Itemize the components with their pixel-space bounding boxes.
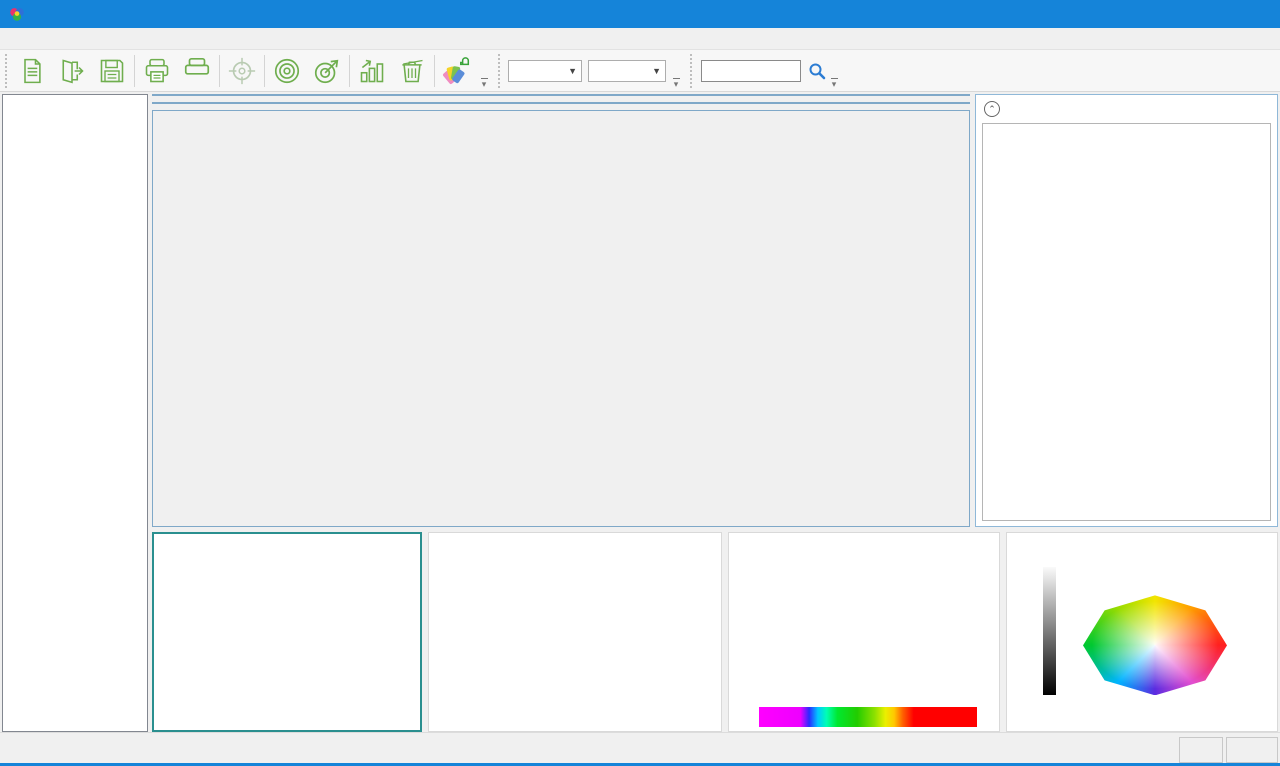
toolbar-separator [349, 55, 350, 87]
toolbar-drag-handle[interactable] [688, 54, 694, 88]
standard-table [152, 102, 970, 104]
illuminant-select[interactable]: ▼ [588, 60, 666, 82]
target-arrow-icon [312, 56, 342, 86]
minimize-button[interactable] [1142, 0, 1188, 28]
close-button[interactable] [1234, 0, 1280, 28]
mode-select[interactable]: ▼ [508, 60, 582, 82]
cie-lab-box [982, 123, 1271, 521]
sample-tree-panel [2, 94, 148, 732]
chevron-down-icon: ▼ [560, 66, 577, 76]
main-body: ⌃ [0, 92, 1280, 732]
export-icon [58, 57, 86, 85]
lab-wheel-chart-panel[interactable] [1006, 532, 1278, 732]
new-document-icon [18, 57, 46, 85]
save-button[interactable] [92, 52, 132, 90]
measure-sample-button[interactable] [307, 52, 347, 90]
concentric-circles-icon [272, 56, 302, 86]
sample-table [152, 110, 970, 527]
search-icon[interactable] [807, 61, 827, 81]
color-fan-icon [441, 55, 473, 87]
app-logo-icon [8, 5, 26, 23]
search-input[interactable] [701, 60, 801, 82]
lab-color-wheel [1083, 595, 1227, 695]
toolbar-drag-handle[interactable] [3, 54, 9, 88]
workspace: ⌃ [152, 94, 1278, 732]
print-icon [143, 57, 171, 85]
toolbar-separator [434, 55, 435, 87]
auto-mode-indicator[interactable] [1179, 737, 1223, 763]
calibrate-button[interactable] [222, 52, 262, 90]
tables-column [152, 94, 970, 527]
save-icon [98, 57, 126, 85]
analysis-button[interactable] [352, 52, 392, 90]
charts-row [152, 532, 1278, 732]
toolbar-overflow-button[interactable]: ▾ [669, 78, 683, 88]
collapse-panel-button[interactable]: ⌃ [984, 101, 1000, 117]
target-crosshair-icon [227, 56, 257, 86]
color-match-button[interactable] [437, 52, 477, 90]
delete-button[interactable] [392, 52, 432, 90]
export-button[interactable] [52, 52, 92, 90]
spectral-chart-panel[interactable] [728, 532, 1000, 732]
toolbar-separator [134, 55, 135, 87]
measure-standard-button[interactable] [267, 52, 307, 90]
chart-icon [358, 57, 386, 85]
new-document-button[interactable] [12, 52, 52, 90]
menu-bar [0, 28, 1280, 50]
lightness-gradient-bar [1043, 567, 1056, 695]
toolbar-separator [219, 55, 220, 87]
maximize-button[interactable] [1188, 0, 1234, 28]
delta-ab-chart-panel[interactable] [152, 532, 422, 732]
toolbar-overflow-button[interactable]: ▾ [477, 78, 491, 88]
print-word-icon [182, 56, 212, 86]
tolerance-table [152, 94, 970, 96]
toolbar-overflow-button[interactable]: ▾ [827, 78, 841, 88]
title-bar [0, 0, 1280, 28]
print-button[interactable] [137, 52, 177, 90]
toolbar-separator [264, 55, 265, 87]
toolbar-drag-handle[interactable] [496, 54, 502, 88]
spectrum-color-bar [759, 707, 977, 727]
print-word-button[interactable] [177, 52, 217, 90]
toolbar: ▾ ▼ ▼ ▾ ▾ [0, 50, 1280, 92]
delta-e-trend-chart-panel[interactable] [428, 532, 722, 732]
trash-icon [398, 57, 426, 85]
status-bar [0, 732, 1280, 766]
status-empty-cell [1226, 737, 1278, 763]
color-difference-panel: ⌃ [975, 94, 1278, 527]
chevron-down-icon: ▼ [644, 66, 661, 76]
